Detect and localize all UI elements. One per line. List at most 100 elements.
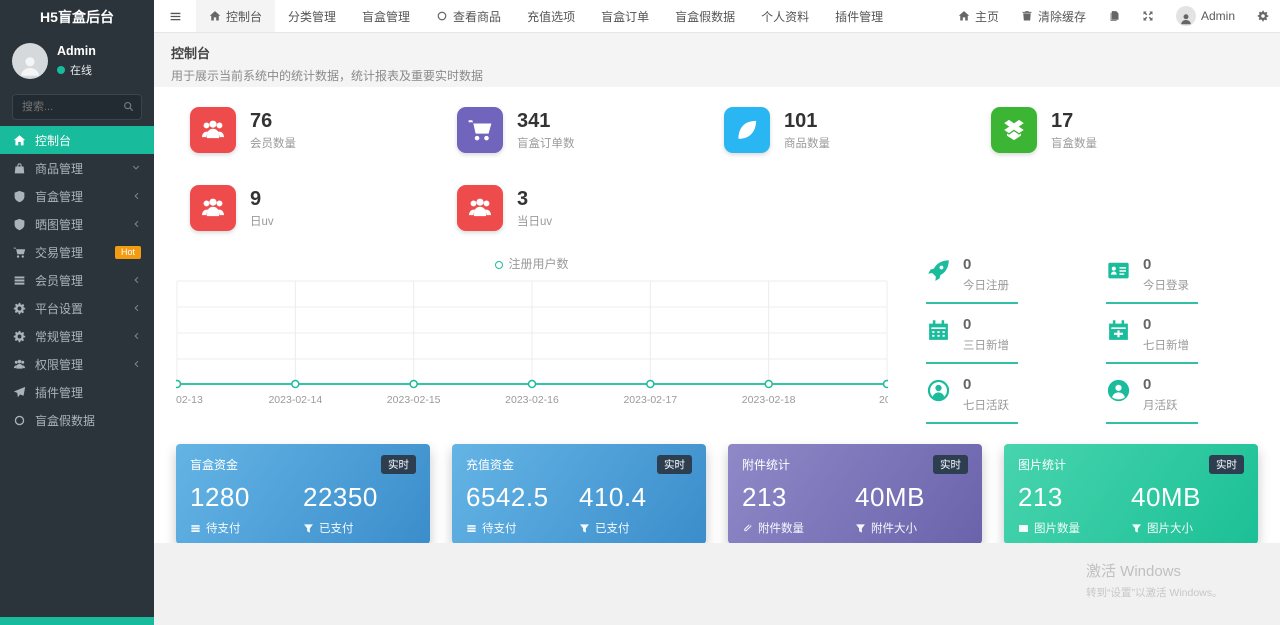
sidebar-item-general[interactable]: 常规管理 bbox=[0, 322, 154, 350]
x-axis-labels: 02-13 2023-02-14 2023-02-15 2023-02-16 2023-… bbox=[176, 392, 888, 408]
nav-tab-view-products[interactable]: 查看商品 bbox=[423, 0, 514, 32]
x-axis-label: 2023-02-14 bbox=[268, 394, 323, 406]
trash-icon bbox=[1021, 10, 1033, 22]
card-title: 图片统计 bbox=[1018, 458, 1067, 472]
fullscreen-icon[interactable] bbox=[1131, 10, 1165, 22]
x-axis-label: 2023-0 bbox=[879, 394, 888, 406]
trade-badge: Hot bbox=[114, 245, 141, 259]
stat-orders: 341 盲盒订单数 bbox=[457, 107, 724, 153]
card-recharge-funds: 充值资金 实时 6542.5 待支付 410.4 已支付 bbox=[452, 444, 706, 544]
nav-tab-profile[interactable]: 个人资料 bbox=[748, 0, 822, 32]
leaf-icon bbox=[724, 107, 770, 153]
gear-icon[interactable] bbox=[1246, 10, 1280, 22]
username: Admin bbox=[57, 44, 96, 58]
sidebar-footer-bar bbox=[0, 617, 154, 625]
home-icon bbox=[958, 10, 970, 22]
box-icon bbox=[991, 107, 1037, 153]
nav-tab-dashboard[interactable]: 控制台 bbox=[196, 0, 276, 32]
nav-tab-recharge-options[interactable]: 充值选项 bbox=[514, 0, 588, 32]
card-image-stats: 图片统计 实时 213 图片数量 40MB 图片大小 bbox=[1004, 444, 1258, 544]
x-axis-label: 2023-02-16 bbox=[505, 394, 559, 406]
gear-icon bbox=[13, 330, 26, 343]
sidebar: H5盲盒后台 Admin 在线 控制台 商品管理 盲盒管理 晒图管理 交易 bbox=[0, 0, 154, 625]
user-circle-filled-icon bbox=[1106, 378, 1131, 403]
x-axis-label: 2023-02-18 bbox=[741, 394, 796, 406]
sidebar-menu: 控制台 商品管理 盲盒管理 晒图管理 交易管理 Hot 会员管理 平台设置 常规… bbox=[0, 126, 154, 434]
navbar-right: 主页 清除缓存 Admin bbox=[947, 0, 1280, 32]
stats-grid: 76 会员数量 341 盲盒订单数 101 商品数量 17 盲盒数量 9 日uv… bbox=[190, 107, 1258, 231]
sidebar-item-trade[interactable]: 交易管理 Hot bbox=[0, 238, 154, 266]
chevron-down-icon bbox=[131, 163, 141, 173]
cart-icon bbox=[457, 107, 503, 153]
realtime-badge[interactable]: 实时 bbox=[657, 455, 692, 474]
online-status: 在线 bbox=[57, 62, 96, 78]
card-blindbox-funds: 盲盒资金 实时 1280 待支付 22350 已支付 bbox=[176, 444, 430, 544]
shield-icon bbox=[13, 218, 26, 231]
app-title: H5盲盒后台 bbox=[40, 9, 114, 25]
user-menu[interactable]: Admin bbox=[1165, 6, 1246, 26]
file-icon[interactable] bbox=[1097, 10, 1131, 22]
nav-tab-category[interactable]: 分类管理 bbox=[275, 0, 349, 32]
users-icon bbox=[457, 185, 503, 231]
realtime-badge[interactable]: 实时 bbox=[1209, 455, 1244, 474]
chevron-left-icon bbox=[131, 275, 141, 285]
sidebar-item-photos[interactable]: 晒图管理 bbox=[0, 210, 154, 238]
search-icon[interactable] bbox=[122, 100, 135, 113]
nav-tab-blindbox[interactable]: 盲盒管理 bbox=[349, 0, 423, 32]
menu-toggle-icon[interactable] bbox=[154, 0, 196, 32]
paperclip-icon bbox=[742, 523, 753, 534]
sidebar-item-plugins[interactable]: 插件管理 bbox=[0, 378, 154, 406]
home-icon bbox=[13, 134, 26, 147]
nav-tab-blindbox-orders[interactable]: 盲盒订单 bbox=[588, 0, 662, 32]
x-axis-label: 2023-02-15 bbox=[386, 394, 441, 406]
quickstat-7day-new: 0 七日新增 bbox=[1106, 317, 1258, 364]
realtime-badge[interactable]: 实时 bbox=[381, 455, 416, 474]
clear-cache-button[interactable]: 清除缓存 bbox=[1010, 8, 1097, 25]
content-area: 控制台 用于展示当前系统中的统计数据，统计报表及重要实时数据 76 会员数量 3… bbox=[154, 33, 1280, 625]
circle-icon bbox=[436, 10, 448, 22]
sidebar-item-permissions[interactable]: 权限管理 bbox=[0, 350, 154, 378]
stat-products: 101 商品数量 bbox=[724, 107, 991, 153]
quickstat-month-active: 0 月活跃 bbox=[1106, 377, 1258, 424]
chart-legend[interactable]: 注册用户数 bbox=[176, 255, 888, 272]
quickstat-3day-new: 0 三日新增 bbox=[926, 317, 1078, 364]
funnel-icon bbox=[1131, 523, 1142, 534]
sidebar-search bbox=[12, 94, 142, 120]
sidebar-item-fake-data[interactable]: 盲盒假数据 bbox=[0, 406, 154, 434]
card-attachment-stats: 附件统计 实时 213 附件数量 40MB 附件大小 bbox=[728, 444, 982, 544]
gear-icon bbox=[13, 302, 26, 315]
quickstat-today-login: 0 今日登录 bbox=[1106, 257, 1258, 304]
sidebar-item-platform-settings[interactable]: 平台设置 bbox=[0, 294, 154, 322]
realtime-badge[interactable]: 实时 bbox=[933, 455, 968, 474]
image-icon bbox=[1018, 523, 1029, 534]
quickstat-today-register: 0 今日注册 bbox=[926, 257, 1078, 304]
stat-today-uv: 3 当日uv bbox=[457, 185, 724, 231]
avatar[interactable] bbox=[12, 43, 48, 79]
calendar-plus-icon bbox=[1106, 318, 1131, 343]
table-icon bbox=[13, 274, 26, 287]
sidebar-item-members[interactable]: 会员管理 bbox=[0, 266, 154, 294]
chevron-left-icon bbox=[131, 191, 141, 201]
status-dot-icon bbox=[57, 66, 65, 74]
shield-icon bbox=[13, 190, 26, 203]
sidebar-item-products[interactable]: 商品管理 bbox=[0, 154, 154, 182]
page-title: 控制台 bbox=[171, 46, 211, 61]
stat-members: 76 会员数量 bbox=[190, 107, 457, 153]
rocket-icon bbox=[926, 258, 951, 283]
sidebar-item-dashboard[interactable]: 控制台 bbox=[0, 126, 154, 154]
home-link[interactable]: 主页 bbox=[947, 8, 1010, 25]
chevron-left-icon bbox=[131, 331, 141, 341]
windows-activation-watermark: 激活 Windows 转到“设置”以激活 Windows。 bbox=[1086, 563, 1223, 599]
page-description: 用于展示当前系统中的统计数据，统计报表及重要实时数据 bbox=[171, 69, 484, 83]
list-icon bbox=[466, 523, 477, 534]
users-icon bbox=[190, 107, 236, 153]
sidebar-item-blindbox[interactable]: 盲盒管理 bbox=[0, 182, 154, 210]
x-axis-label: 02-13 bbox=[176, 394, 203, 406]
funnel-icon bbox=[855, 523, 866, 534]
card-title: 充值资金 bbox=[466, 458, 515, 472]
nav-tab-plugins[interactable]: 插件管理 bbox=[822, 0, 896, 32]
main-panel: 76 会员数量 341 盲盒订单数 101 商品数量 17 盲盒数量 9 日uv… bbox=[154, 87, 1280, 544]
home-icon bbox=[209, 10, 221, 22]
nav-tab-fake-data[interactable]: 盲盒假数据 bbox=[662, 0, 748, 32]
page-header: 控制台 用于展示当前系统中的统计数据，统计报表及重要实时数据 bbox=[154, 33, 1280, 87]
